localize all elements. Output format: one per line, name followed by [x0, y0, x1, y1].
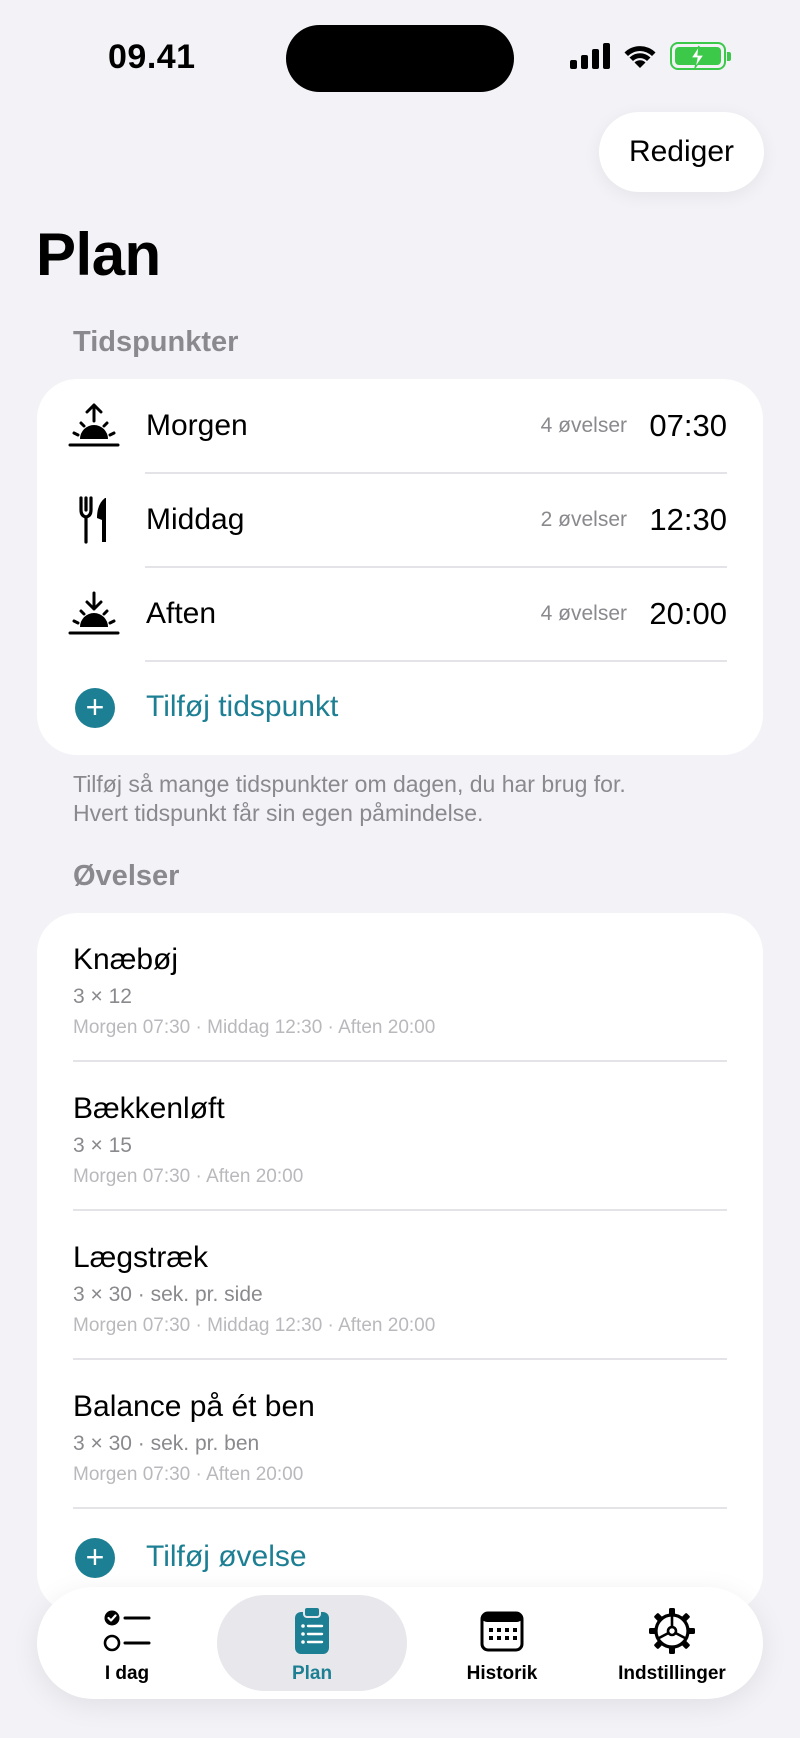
time-value: 20:00 — [649, 596, 727, 631]
time-row-evening[interactable]: Aften 4 øvelser 20:00 — [37, 567, 763, 661]
tab-label: Plan — [291, 1663, 333, 1684]
exercise-name: Knæbøj — [73, 943, 179, 976]
plus-circle-icon: + — [75, 1538, 115, 1578]
gear-icon — [648, 1605, 696, 1657]
times-footer-note: Tilføj så mange tidspunkter om dagen, du… — [73, 770, 733, 828]
sunrise-icon — [67, 402, 121, 450]
time-row-midday[interactable]: Middag 2 øvelser 12:30 — [37, 473, 763, 567]
exercise-times: Morgen 07:30 · Middag 12:30 · Aften 20:0… — [73, 1315, 436, 1336]
status-icons — [570, 42, 731, 70]
footer-line-1: Tilføj så mange tidspunkter om dagen, du… — [73, 771, 626, 797]
time-label: Middag — [146, 503, 245, 536]
status-time: 09.41 — [108, 38, 196, 76]
sunset-icon — [67, 590, 121, 638]
divider — [73, 1358, 727, 1360]
exercise-name: Balance på ét ben — [73, 1390, 315, 1423]
tab-plan[interactable]: Plan — [217, 1587, 407, 1699]
times-card: Morgen 4 øvelser 07:30 Middag 2 øvelser … — [37, 379, 763, 755]
cellular-signal-icon — [570, 43, 610, 69]
wifi-icon — [624, 46, 656, 68]
checklist-icon — [103, 1605, 151, 1657]
exercise-sets: 3 × 30 · sek. pr. ben — [73, 1432, 260, 1455]
add-time-button[interactable]: + Tilføj tidspunkt — [37, 661, 763, 755]
add-time-label: Tilføj tidspunkt — [146, 690, 339, 723]
exercise-row[interactable]: Bækkenløft 3 × 15 Morgen 07:30 · Aften 2… — [73, 1092, 727, 1188]
exercise-row[interactable]: Lægstræk 3 × 30 · sek. pr. side Morgen 0… — [73, 1241, 727, 1337]
exercise-count: 4 øvelser — [540, 414, 627, 437]
time-value: 12:30 — [649, 502, 727, 537]
tab-label: Indstillinger — [618, 1663, 726, 1684]
exercise-times: Morgen 07:30 · Aften 20:00 — [73, 1166, 304, 1187]
tab-settings[interactable]: Indstillinger — [592, 1587, 752, 1699]
exercise-row[interactable]: Balance på ét ben 3 × 30 · sek. pr. ben … — [73, 1390, 727, 1486]
edit-button[interactable]: Rediger — [598, 112, 764, 192]
tab-bar: I dag Plan Historik Indstillinger — [37, 1587, 763, 1699]
exercise-count: 4 øvelser — [540, 602, 627, 625]
time-row-morning[interactable]: Morgen 4 øvelser 07:30 — [37, 379, 763, 473]
time-label: Morgen — [146, 409, 248, 442]
calendar-icon — [480, 1605, 524, 1657]
divider — [73, 1209, 727, 1211]
section-header-exercises: Øvelser — [73, 860, 180, 892]
tab-label: Historik — [466, 1663, 538, 1684]
exercise-times: Morgen 07:30 · Aften 20:00 — [73, 1464, 304, 1485]
plus-circle-icon: + — [75, 688, 115, 728]
dynamic-island — [286, 25, 514, 92]
footer-line-2: Hvert tidspunkt får sin egen påmindelse. — [73, 800, 484, 826]
tab-today[interactable]: I dag — [57, 1587, 197, 1699]
section-header-times: Tidspunkter — [73, 326, 239, 358]
page-title: Plan — [36, 221, 161, 288]
exercise-row[interactable]: Knæbøj 3 × 12 Morgen 07:30 · Middag 12:3… — [73, 943, 727, 1039]
clipboard-icon — [293, 1605, 331, 1657]
divider — [73, 1060, 727, 1062]
exercise-sets: 3 × 12 — [73, 985, 132, 1008]
exercise-times: Morgen 07:30 · Middag 12:30 · Aften 20:0… — [73, 1017, 436, 1038]
exercise-sets: 3 × 15 — [73, 1134, 132, 1157]
tab-label: I dag — [104, 1663, 150, 1684]
exercise-count: 2 øvelser — [540, 508, 627, 531]
tab-history[interactable]: Historik — [417, 1587, 587, 1699]
fork-knife-icon — [67, 496, 121, 544]
time-label: Aften — [146, 597, 217, 630]
exercises-card: Knæbøj 3 × 12 Morgen 07:30 · Middag 12:3… — [37, 913, 763, 1613]
exercise-sets: 3 × 30 · sek. pr. side — [73, 1283, 263, 1306]
exercise-name: Lægstræk — [73, 1241, 209, 1274]
time-value: 07:30 — [649, 408, 727, 443]
battery-charging-icon — [670, 42, 731, 70]
exercise-name: Bækkenløft — [73, 1092, 225, 1125]
add-exercise-label: Tilføj øvelse — [146, 1540, 307, 1573]
